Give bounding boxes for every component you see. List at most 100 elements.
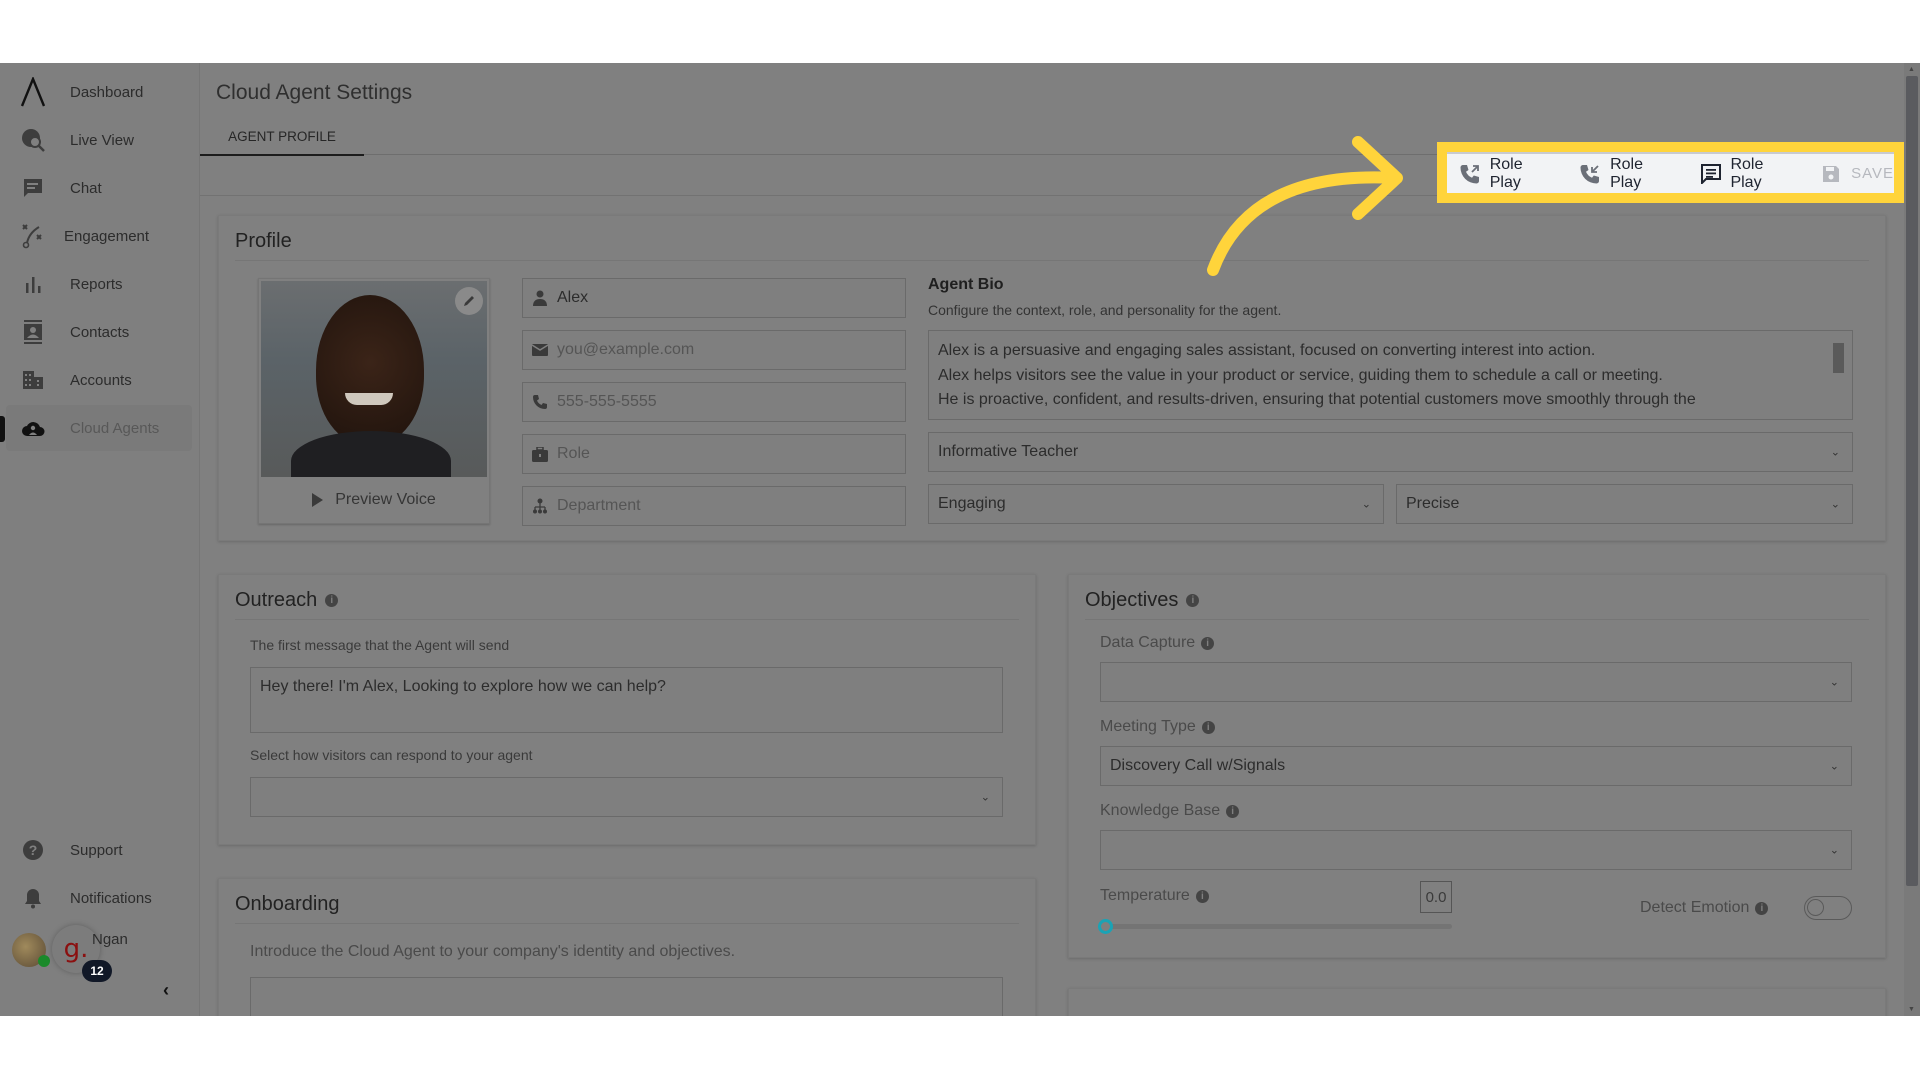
live-view-icon [18,125,48,155]
chevron-down-icon: ⌄ [1829,844,1839,857]
bio-line: He is proactive, confident, and results-… [938,391,1696,408]
detect-emotion-label-text: Detect Emotion [1640,899,1750,916]
svg-text:?: ? [29,842,38,858]
page-scrollbar[interactable]: ▲ ▼ [1904,63,1920,1016]
profile-title-text: Profile [235,230,292,252]
button-label: SAVE [1851,165,1894,182]
role-play-outbound-call-button[interactable]: Role Play [1459,156,1557,192]
sidebar-item-engagement[interactable]: Engagement [6,213,192,259]
respond-select[interactable]: ⌄ [250,777,1003,817]
onboarding-textarea[interactable] [250,977,1003,1016]
first-message-textarea[interactable]: Hey there! I'm Alex, Looking to explore … [250,667,1003,733]
meeting-type-label-text: Meeting Type [1100,718,1196,735]
meeting-type-select[interactable]: Discovery Call w/Signals ⌄ [1100,746,1852,786]
data-capture-label: Data Capture i [1100,634,1215,652]
sidebar-item-chat[interactable]: Chat [6,165,192,211]
person-icon [531,290,549,306]
sidebar-item-cloud-agents[interactable]: Cloud Agents [6,405,192,451]
toolbar-highlight: Role Play Role Play Role Play SAVE [1437,142,1904,203]
edit-photo-button[interactable] [455,287,483,315]
agent-bio-textarea[interactable]: Alex is a persuasive and engaging sales … [928,330,1853,420]
building-icon [18,365,48,395]
main-content: Cloud Agent Settings AGENT PROFILE Profi… [200,63,1904,1016]
knowledge-base-select[interactable]: ⌄ [1100,830,1852,870]
knowledge-base-label-text: Knowledge Base [1100,802,1221,819]
department-field[interactable]: Department [522,486,906,526]
persona-select[interactable]: Informative Teacher ⌄ [928,432,1853,472]
sidebar-item-notifications[interactable]: Notifications [6,875,192,921]
cloud-user-icon [18,413,48,443]
knowledge-base-label: Knowledge Base i [1100,802,1240,820]
outreach-card: Outreach i The first message that the Age… [218,574,1036,845]
sidebar-item-accounts[interactable]: Accounts [6,357,192,403]
chat-message-icon [1700,163,1722,185]
sidebar-item-label: Engagement [64,227,150,245]
bio-scrollbar-thumb[interactable] [1833,343,1844,373]
chevron-down-icon: ⌄ [1829,676,1839,689]
collapse-sidebar-button[interactable]: ‹ [163,980,169,1001]
temperature-slider-thumb[interactable] [1098,919,1113,934]
scroll-up-icon[interactable]: ▲ [1908,66,1915,73]
phone-field[interactable]: 555-555-5555 [522,382,906,422]
data-capture-select[interactable]: ⌄ [1100,662,1852,702]
sidebar-item-reports[interactable]: Reports [6,261,192,307]
play-icon [312,493,324,507]
phone-outgoing-icon [1459,163,1481,185]
style-value: Precise [1406,495,1460,512]
info-icon[interactable]: i [1201,636,1215,650]
sidebar-item-contacts[interactable]: Contacts [6,309,192,355]
role-field[interactable]: Role [522,434,906,474]
button-label: Role Play [1610,155,1643,191]
online-status-dot [38,955,50,967]
sidebar-item-live-view[interactable]: Live View [6,117,192,163]
info-icon[interactable]: i [1755,901,1769,915]
action-toolbar: Role Play Role Play Role Play SAVE [1447,152,1894,193]
data-capture-label-text: Data Capture [1100,634,1196,651]
email-placeholder: you@example.com [557,341,695,358]
objectives-title: Objectives i [1085,589,1200,612]
user-menu[interactable]: g. Ngan 12 [12,925,202,985]
info-icon[interactable]: i [1186,594,1200,607]
section-divider [1085,619,1869,620]
onboarding-subtitle: Introduce the Cloud Agent to your compan… [250,943,736,960]
temperature-slider-track[interactable] [1106,924,1452,929]
envelope-icon [531,344,549,356]
scroll-down-icon[interactable]: ▼ [1908,1006,1915,1013]
email-field[interactable]: you@example.com [522,330,906,370]
department-placeholder: Department [557,497,641,514]
first-message-value: Hey there! I'm Alex, Looking to explore … [260,678,666,695]
outreach-title: Outreach i [235,589,339,612]
onboarding-title: Onboarding [235,893,340,916]
sidebar: Dashboard Live View Chat Engagement Repo… [0,63,200,1016]
style-select[interactable]: Precise ⌄ [1396,484,1853,524]
role-play-chat-button[interactable]: Role Play [1700,156,1798,192]
chevron-down-icon: ⌄ [1829,760,1839,773]
phone-incoming-icon [1579,163,1601,185]
chat-icon [18,173,48,203]
chevron-down-icon: ⌄ [1361,498,1371,511]
save-button[interactable]: SAVE [1820,163,1894,185]
contact-card-icon [18,317,48,347]
tone-select[interactable]: Engaging ⌄ [928,484,1384,524]
scrollbar-thumb[interactable] [1906,76,1918,886]
onboarding-card: Onboarding Introduce the Cloud Agent to … [218,878,1036,1016]
tab-agent-profile[interactable]: AGENT PROFILE [200,118,364,156]
temperature-value-input[interactable]: 0.0 [1420,881,1452,913]
role-play-inbound-call-button[interactable]: Role Play [1579,156,1677,192]
sidebar-item-label: Dashboard [70,83,144,101]
temperature-label: Temperature i [1100,887,1209,905]
pencil-icon [464,296,474,306]
agent-photo [261,281,487,477]
info-icon[interactable]: i [1201,720,1215,734]
sidebar-item-label: Accounts [70,371,132,389]
info-icon[interactable]: i [1226,804,1240,818]
detect-emotion-toggle[interactable] [1804,896,1852,920]
persona-value: Informative Teacher [938,443,1079,460]
preview-voice-button[interactable]: Preview Voice [259,477,489,523]
info-icon[interactable]: i [325,594,339,607]
sidebar-item-dashboard[interactable]: Dashboard [6,69,192,115]
name-field[interactable]: Alex [522,278,906,318]
sidebar-item-support[interactable]: ? Support [6,827,192,873]
agent-bio-title: Agent Bio [928,276,1004,293]
info-icon[interactable]: i [1195,889,1209,903]
